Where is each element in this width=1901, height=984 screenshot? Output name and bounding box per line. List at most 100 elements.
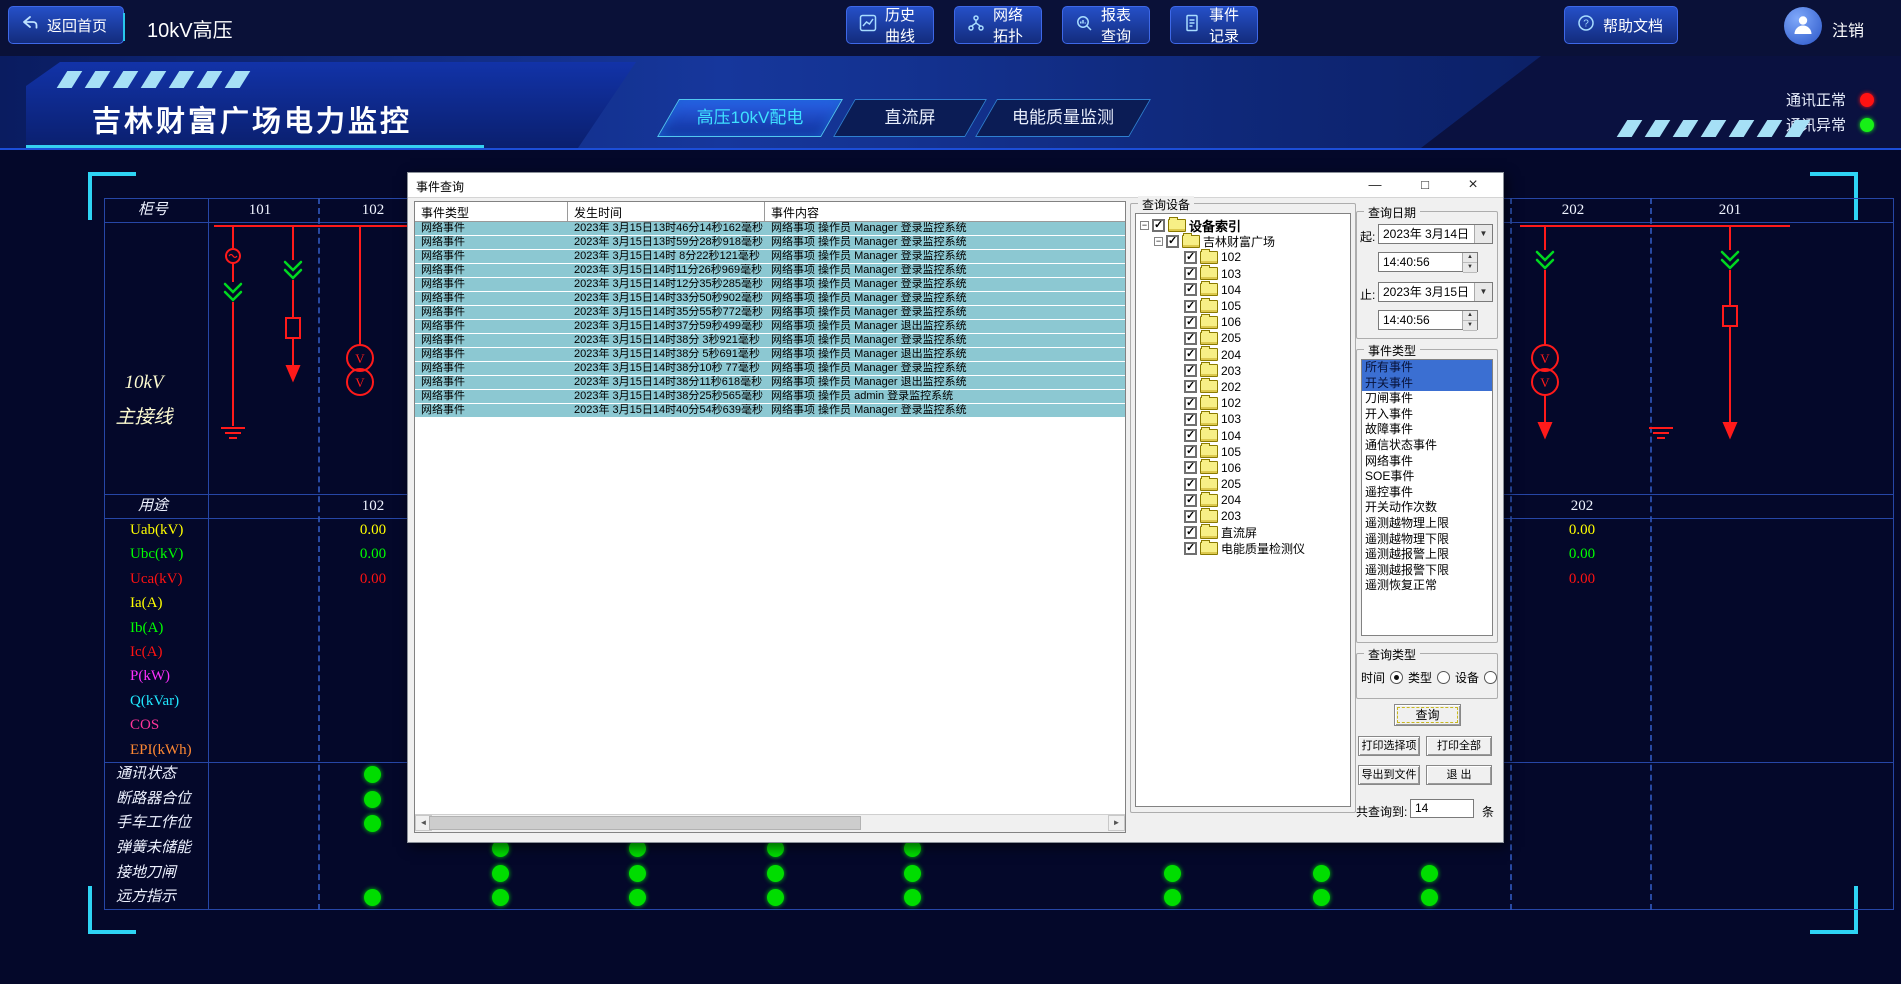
tree-collapse-icon[interactable]: − bbox=[1140, 221, 1149, 230]
time-spinner[interactable]: ▲ ▼ bbox=[1462, 311, 1477, 329]
event-type-item[interactable]: 遥测越报警上限 bbox=[1362, 547, 1492, 563]
checkbox-checked[interactable]: ✓ bbox=[1184, 332, 1197, 345]
event-type-item[interactable]: 遥测恢复正常 bbox=[1362, 578, 1492, 594]
event-type-item[interactable]: 开关动作次数 bbox=[1362, 500, 1492, 516]
end-time-input[interactable]: 14:40:56 ▲ ▼ bbox=[1378, 310, 1478, 330]
checkbox-checked[interactable]: ✓ bbox=[1184, 300, 1197, 313]
checkbox-checked[interactable]: ✓ bbox=[1184, 413, 1197, 426]
nav-button-network-topology-icon[interactable]: 网络拓扑 bbox=[954, 6, 1042, 44]
event-type-item[interactable]: 遥测越物理下限 bbox=[1362, 532, 1492, 548]
print-selected-button[interactable]: 打印选择项 bbox=[1358, 736, 1420, 756]
checkbox-checked[interactable]: ✓ bbox=[1184, 494, 1197, 507]
event-row[interactable]: 网络事件2023年 3月15日14时38分25秒565毫秒网络事项 操作员 ad… bbox=[415, 390, 1125, 404]
event-row[interactable]: 网络事件2023年 3月15日14时12分35秒285毫秒网络事项 操作员 Ma… bbox=[415, 278, 1125, 292]
tab-3[interactable]: 电能质量监测 bbox=[975, 99, 1151, 137]
column-header[interactable]: 发生时间 bbox=[568, 202, 765, 221]
event-row[interactable]: 网络事件2023年 3月15日14时38分 3秒921毫秒网络事项 操作员 Ma… bbox=[415, 334, 1125, 348]
start-date-select[interactable]: 2023年 3月14日 ▼ bbox=[1378, 224, 1493, 244]
spin-up-icon[interactable]: ▲ bbox=[1463, 311, 1477, 321]
close-icon[interactable]: × bbox=[1458, 175, 1488, 195]
event-row[interactable]: 网络事件2023年 3月15日13时59分28秒918毫秒网络事项 操作员 Ma… bbox=[415, 236, 1125, 250]
tree-item[interactable]: −✓设备索引 bbox=[1140, 217, 1350, 233]
event-type-item[interactable]: 网络事件 bbox=[1362, 454, 1492, 470]
maximize-icon[interactable]: □ bbox=[1410, 175, 1440, 195]
event-row[interactable]: 网络事件2023年 3月15日14时40分54秒639毫秒网络事项 操作员 Ma… bbox=[415, 404, 1125, 418]
spin-down-icon[interactable]: ▼ bbox=[1463, 321, 1477, 331]
scrollbar-thumb[interactable] bbox=[429, 816, 861, 830]
nav-button-help-doc-icon[interactable]: ?帮助文档 bbox=[1564, 6, 1678, 44]
column-header[interactable]: 事件类型 bbox=[415, 202, 568, 221]
minimize-icon[interactable]: — bbox=[1360, 175, 1390, 195]
chevron-down-icon[interactable]: ▼ bbox=[1474, 283, 1492, 301]
checkbox-checked[interactable]: ✓ bbox=[1184, 445, 1197, 458]
event-type-item[interactable]: 遥测越报警下限 bbox=[1362, 563, 1492, 579]
nav-button-event-log-icon[interactable]: 事件记录 bbox=[1170, 6, 1258, 44]
event-type-item[interactable]: 遥测越物理上限 bbox=[1362, 516, 1492, 532]
checkbox-checked[interactable]: ✓ bbox=[1184, 380, 1197, 393]
print-all-button[interactable]: 打印全部 bbox=[1426, 736, 1492, 756]
checkbox-checked[interactable]: ✓ bbox=[1184, 251, 1197, 264]
tree-item[interactable]: ✓105 bbox=[1184, 298, 1350, 314]
tree-collapse-icon[interactable]: − bbox=[1154, 237, 1163, 246]
avatar[interactable] bbox=[1784, 7, 1822, 45]
tree-item[interactable]: ✓104 bbox=[1184, 282, 1350, 298]
checkbox-checked[interactable]: ✓ bbox=[1184, 364, 1197, 377]
time-spinner[interactable]: ▲ ▼ bbox=[1462, 253, 1477, 271]
checkbox-checked[interactable]: ✓ bbox=[1166, 235, 1179, 248]
nav-button-report-search-icon[interactable]: 报表查询 bbox=[1062, 6, 1150, 44]
tree-item[interactable]: ✓203 bbox=[1184, 508, 1350, 524]
logout-button[interactable]: 注销 bbox=[1832, 17, 1864, 41]
event-type-item[interactable]: SOE事件 bbox=[1362, 469, 1492, 485]
checkbox-checked[interactable]: ✓ bbox=[1184, 478, 1197, 491]
radio-button[interactable] bbox=[1437, 671, 1450, 684]
tree-item[interactable]: −✓吉林财富广场 bbox=[1154, 233, 1350, 249]
tree-item[interactable]: ✓104 bbox=[1184, 427, 1350, 443]
checkbox-checked[interactable]: ✓ bbox=[1184, 526, 1197, 539]
tree-item[interactable]: ✓204 bbox=[1184, 347, 1350, 363]
chevron-down-icon[interactable]: ▼ bbox=[1474, 225, 1492, 243]
event-row[interactable]: 网络事件2023年 3月15日14时38分11秒618毫秒网络事项 操作员 Ma… bbox=[415, 376, 1125, 390]
spin-down-icon[interactable]: ▼ bbox=[1463, 263, 1477, 273]
event-row[interactable]: 网络事件2023年 3月15日14时 8分22秒121毫秒网络事项 操作员 Ma… bbox=[415, 250, 1125, 264]
checkbox-checked[interactable]: ✓ bbox=[1184, 397, 1197, 410]
column-header[interactable]: 事件内容 bbox=[765, 202, 1121, 221]
checkbox-checked[interactable]: ✓ bbox=[1152, 219, 1165, 232]
tree-item[interactable]: ✓102 bbox=[1184, 249, 1350, 265]
nav-button-history-curve-icon[interactable]: 历史曲线 bbox=[846, 6, 934, 44]
event-type-item[interactable]: 通信状态事件 bbox=[1362, 438, 1492, 454]
tree-item[interactable]: ✓102 bbox=[1184, 395, 1350, 411]
event-type-item[interactable]: 刀闸事件 bbox=[1362, 391, 1492, 407]
query-button[interactable]: 查询 bbox=[1394, 704, 1461, 726]
tree-item[interactable]: ✓直流屏 bbox=[1184, 525, 1350, 541]
checkbox-checked[interactable]: ✓ bbox=[1184, 267, 1197, 280]
exit-button[interactable]: 退 出 bbox=[1426, 765, 1492, 785]
checkbox-checked[interactable]: ✓ bbox=[1184, 429, 1197, 442]
back-button[interactable]: 返回首页 bbox=[8, 6, 124, 44]
tab-1[interactable]: 高压10kV配电 bbox=[657, 99, 843, 137]
radio-button[interactable] bbox=[1390, 671, 1403, 684]
checkbox-checked[interactable]: ✓ bbox=[1184, 316, 1197, 329]
tree-item[interactable]: ✓106 bbox=[1184, 460, 1350, 476]
spin-up-icon[interactable]: ▲ bbox=[1463, 253, 1477, 263]
tree-item[interactable]: ✓205 bbox=[1184, 330, 1350, 346]
tree-item[interactable]: ✓202 bbox=[1184, 379, 1350, 395]
event-type-item[interactable]: 所有事件 bbox=[1362, 360, 1492, 376]
event-type-item[interactable]: 开关事件 bbox=[1362, 376, 1492, 392]
tree-item[interactable]: ✓电能质量检测仪 bbox=[1184, 541, 1350, 557]
event-row[interactable]: 网络事件2023年 3月15日14时38分 5秒691毫秒网络事项 操作员 Ma… bbox=[415, 348, 1125, 362]
event-type-item[interactable]: 故障事件 bbox=[1362, 422, 1492, 438]
result-count-input[interactable]: 14 bbox=[1410, 799, 1474, 818]
tree-item[interactable]: ✓203 bbox=[1184, 363, 1350, 379]
event-type-item[interactable]: 开入事件 bbox=[1362, 407, 1492, 423]
tree-item[interactable]: ✓205 bbox=[1184, 476, 1350, 492]
start-time-input[interactable]: 14:40:56 ▲ ▼ bbox=[1378, 252, 1478, 272]
event-row[interactable]: 网络事件2023年 3月15日14时37分59秒499毫秒网络事项 操作员 Ma… bbox=[415, 320, 1125, 334]
horizontal-scrollbar[interactable]: ◄ ► bbox=[415, 814, 1125, 832]
tree-item[interactable]: ✓103 bbox=[1184, 411, 1350, 427]
tree-item[interactable]: ✓106 bbox=[1184, 314, 1350, 330]
dialog-titlebar[interactable]: 事件查询 — □ × bbox=[408, 173, 1503, 198]
event-type-item[interactable]: 遥控事件 bbox=[1362, 485, 1492, 501]
checkbox-checked[interactable]: ✓ bbox=[1184, 510, 1197, 523]
checkbox-checked[interactable]: ✓ bbox=[1184, 348, 1197, 361]
event-row[interactable]: 网络事件2023年 3月15日14时35分55秒772毫秒网络事项 操作员 Ma… bbox=[415, 306, 1125, 320]
